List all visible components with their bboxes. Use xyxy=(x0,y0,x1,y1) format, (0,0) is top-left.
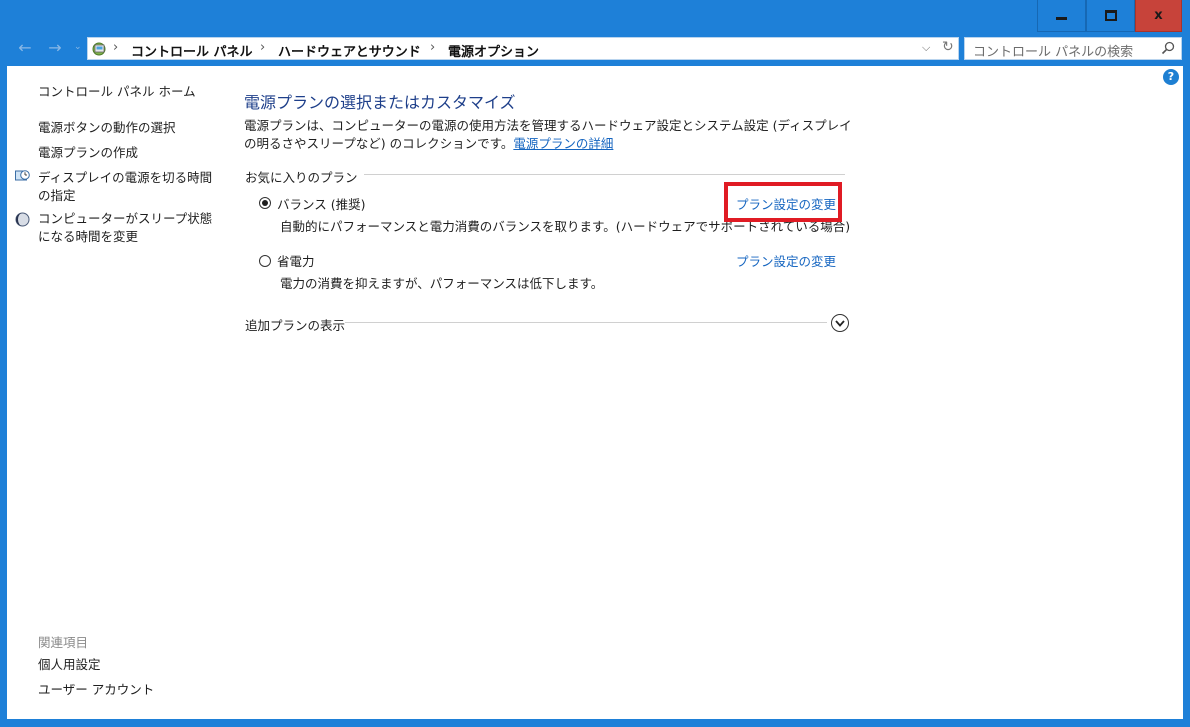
expand-additional-plans-button[interactable] xyxy=(831,314,849,332)
plan-power-saver-change-settings-link[interactable]: プラン設定の変更 xyxy=(736,251,836,270)
breadcrumb-separator: › xyxy=(113,40,119,55)
close-icon: x xyxy=(1154,8,1163,23)
power-plan-details-link[interactable]: 電源プランの詳細 xyxy=(513,136,613,151)
plan-power-saver-name[interactable]: 省電力 xyxy=(277,251,315,270)
breadcrumb-separator[interactable]: › xyxy=(260,40,265,55)
related-user-accounts-link[interactable]: ユーザー アカウント xyxy=(38,681,154,699)
close-button[interactable]: x xyxy=(1135,0,1182,32)
help-glyph: ? xyxy=(1167,70,1175,83)
page-title: 電源プランの選択またはカスタマイズ xyxy=(244,93,516,112)
highlight-box xyxy=(724,182,842,222)
search-icon[interactable] xyxy=(1161,41,1175,55)
chevron-down-icon: ⌄ xyxy=(74,42,82,52)
radio-selected-dot xyxy=(262,200,268,206)
related-heading: 関連項目 xyxy=(38,635,89,650)
recent-locations-button[interactable]: ⌄ xyxy=(74,42,82,52)
address-dropdown-icon[interactable]: ⌵ xyxy=(922,41,930,55)
breadcrumb-power-options[interactable]: 電源オプション xyxy=(448,41,539,60)
forward-arrow-icon: → xyxy=(48,38,62,57)
display-timer-icon xyxy=(15,170,30,181)
breadcrumb-control-panel[interactable]: コントロール パネル xyxy=(131,41,253,60)
plan-balanced-name[interactable]: バランス (推奨) xyxy=(277,194,365,213)
related-personalization-link[interactable]: 個人用設定 xyxy=(38,656,101,674)
show-additional-plans-label[interactable]: 追加プランの表示 xyxy=(245,315,352,334)
help-icon[interactable]: ? xyxy=(1163,69,1179,85)
maximize-button[interactable] xyxy=(1086,0,1135,32)
search-placeholder: コントロール パネルの検索 xyxy=(973,45,1134,60)
minimize-button[interactable] xyxy=(1037,0,1086,32)
plan-power-saver-radio[interactable] xyxy=(259,255,271,267)
control-panel-icon xyxy=(92,42,106,56)
content-pane xyxy=(7,66,1183,719)
sidebar-power-button-link[interactable]: 電源ボタンの動作の選択 xyxy=(38,119,176,137)
favorites-heading: お気に入りのプラン xyxy=(245,167,364,186)
search-input[interactable]: コントロール パネルの検索 xyxy=(964,37,1182,60)
plan-power-saver-description: 電力の消費を抑えますが、パフォーマンスは低下します。 xyxy=(280,276,604,291)
sleep-moon-icon xyxy=(15,212,30,227)
sidebar-sleep-link[interactable]: コンピューターがスリープ状態になる時間を変更 xyxy=(38,210,218,246)
sidebar-display-off-link[interactable]: ディスプレイの電源を切る時間の指定 xyxy=(38,169,218,205)
sidebar-home-link[interactable]: コントロール パネル ホーム xyxy=(38,83,196,101)
address-bar[interactable]: › コントロール パネル › ハードウェアとサウンド › 電源オプション ⌵ ↻ xyxy=(87,37,959,60)
plan-balanced-radio[interactable] xyxy=(259,197,271,209)
additional-plans-divider xyxy=(345,322,827,323)
sidebar-create-plan-link[interactable]: 電源プランの作成 xyxy=(38,144,138,162)
page-description: 電源プランは、コンピューターの電源の使用方法を管理するハードウェア設定とシステム… xyxy=(244,117,854,153)
back-arrow-icon: ← xyxy=(18,38,32,57)
back-button[interactable]: ← xyxy=(14,38,36,57)
forward-button[interactable]: → xyxy=(44,38,66,57)
minimize-icon xyxy=(1056,17,1067,20)
refresh-icon[interactable]: ↻ xyxy=(942,39,954,55)
breadcrumb-hardware-sound[interactable]: ハードウェアとサウンド xyxy=(278,41,421,60)
breadcrumb-separator[interactable]: › xyxy=(430,40,435,55)
maximize-icon xyxy=(1104,10,1117,21)
chevron-down-icon xyxy=(835,319,845,327)
